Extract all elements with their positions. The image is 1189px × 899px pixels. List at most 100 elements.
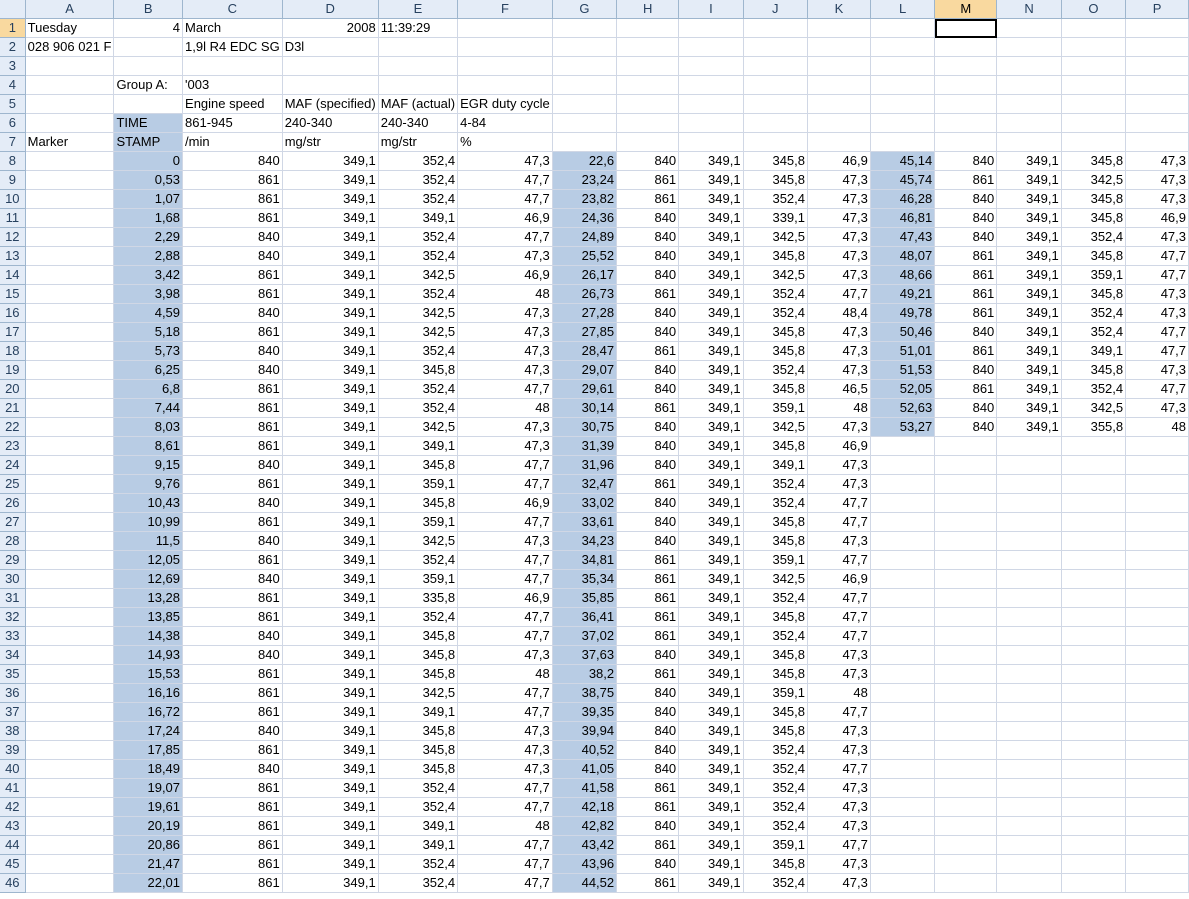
cell-e42[interactable]: 352,4 (378, 797, 459, 817)
cell-j25[interactable]: 352,4 (743, 474, 809, 494)
cell-h35[interactable]: 861 (616, 664, 680, 684)
cell-e14[interactable]: 342,5 (378, 265, 459, 285)
cell-j45[interactable]: 345,8 (743, 854, 809, 874)
cell-p5[interactable] (1125, 94, 1189, 114)
cell-n7[interactable] (996, 132, 1062, 152)
column-header-m[interactable]: M (934, 0, 998, 19)
column-header-c[interactable]: C (182, 0, 283, 19)
cell-g29[interactable]: 34,81 (552, 550, 618, 570)
cell-d34[interactable]: 349,1 (282, 645, 379, 665)
cell-i6[interactable] (678, 113, 744, 133)
cell-f3[interactable] (457, 56, 553, 76)
cell-p8[interactable]: 47,3 (1125, 151, 1189, 171)
cell-o32[interactable] (1061, 607, 1127, 627)
cell-g25[interactable]: 32,47 (552, 474, 618, 494)
cell-j35[interactable]: 345,8 (743, 664, 809, 684)
cell-k38[interactable]: 47,3 (807, 721, 871, 741)
cell-l41[interactable] (870, 778, 936, 798)
cell-j21[interactable]: 359,1 (743, 398, 809, 418)
cell-p11[interactable]: 46,9 (1125, 208, 1189, 228)
cell-b20[interactable]: 6,8 (113, 379, 184, 399)
cell-d30[interactable]: 349,1 (282, 569, 379, 589)
cell-f5[interactable]: EGR duty cycle (457, 94, 553, 114)
cell-i28[interactable]: 349,1 (678, 531, 744, 551)
cell-c21[interactable]: 861 (182, 398, 283, 418)
cell-d32[interactable]: 349,1 (282, 607, 379, 627)
cell-m40[interactable] (934, 759, 998, 779)
cell-a6[interactable] (25, 113, 115, 133)
cell-i36[interactable]: 349,1 (678, 683, 744, 703)
cell-c44[interactable]: 861 (182, 835, 283, 855)
cell-n29[interactable] (996, 550, 1062, 570)
row-header[interactable]: 44 (0, 835, 26, 855)
cell-l35[interactable] (870, 664, 936, 684)
cell-h6[interactable] (616, 113, 680, 133)
cell-a39[interactable] (25, 740, 115, 760)
cell-n45[interactable] (996, 854, 1062, 874)
cell-o19[interactable]: 345,8 (1061, 360, 1127, 380)
cell-l13[interactable]: 48,07 (870, 246, 936, 266)
cell-o16[interactable]: 352,4 (1061, 303, 1127, 323)
cell-e8[interactable]: 352,4 (378, 151, 459, 171)
cell-b10[interactable]: 1,07 (113, 189, 184, 209)
cell-d26[interactable]: 349,1 (282, 493, 379, 513)
cell-k2[interactable] (807, 37, 871, 57)
cell-j19[interactable]: 352,4 (743, 360, 809, 380)
cell-h10[interactable]: 861 (616, 189, 680, 209)
cell-l21[interactable]: 52,63 (870, 398, 936, 418)
cell-l6[interactable] (870, 113, 936, 133)
cell-l32[interactable] (870, 607, 936, 627)
cell-e6[interactable]: 240-340 (378, 113, 459, 133)
cell-k26[interactable]: 47,7 (807, 493, 871, 513)
cell-n37[interactable] (996, 702, 1062, 722)
cell-o17[interactable]: 352,4 (1061, 322, 1127, 342)
cell-f13[interactable]: 47,3 (457, 246, 553, 266)
cell-d35[interactable]: 349,1 (282, 664, 379, 684)
row-header[interactable]: 11 (0, 208, 26, 228)
cell-g32[interactable]: 36,41 (552, 607, 618, 627)
cell-o26[interactable] (1061, 493, 1127, 513)
cell-p17[interactable]: 47,7 (1125, 322, 1189, 342)
row-header[interactable]: 5 (0, 94, 26, 114)
cell-o1[interactable] (1061, 18, 1127, 38)
column-header-h[interactable]: H (616, 0, 680, 19)
cell-e17[interactable]: 342,5 (378, 322, 459, 342)
cell-l40[interactable] (870, 759, 936, 779)
cell-g16[interactable]: 27,28 (552, 303, 618, 323)
cell-n19[interactable]: 349,1 (996, 360, 1062, 380)
cell-o6[interactable] (1061, 113, 1127, 133)
cell-i12[interactable]: 349,1 (678, 227, 744, 247)
cell-c11[interactable]: 861 (182, 208, 283, 228)
cell-f37[interactable]: 47,7 (457, 702, 553, 722)
cell-m30[interactable] (934, 569, 998, 589)
cell-j11[interactable]: 339,1 (743, 208, 809, 228)
cell-c40[interactable]: 840 (182, 759, 283, 779)
cell-h42[interactable]: 861 (616, 797, 680, 817)
cell-j27[interactable]: 345,8 (743, 512, 809, 532)
cell-d45[interactable]: 349,1 (282, 854, 379, 874)
cell-a37[interactable] (25, 702, 115, 722)
cell-a12[interactable] (25, 227, 115, 247)
cell-c16[interactable]: 840 (182, 303, 283, 323)
cell-k15[interactable]: 47,7 (807, 284, 871, 304)
cell-k28[interactable]: 47,3 (807, 531, 871, 551)
cell-i3[interactable] (678, 56, 744, 76)
cell-g38[interactable]: 39,94 (552, 721, 618, 741)
cell-g4[interactable] (552, 75, 618, 95)
cell-d3[interactable] (282, 56, 379, 76)
cell-j7[interactable] (743, 132, 809, 152)
cell-p4[interactable] (1125, 75, 1189, 95)
cell-l19[interactable]: 51,53 (870, 360, 936, 380)
cell-e46[interactable]: 352,4 (378, 873, 459, 893)
cell-h5[interactable] (616, 94, 680, 114)
row-header[interactable]: 33 (0, 626, 26, 646)
cell-e31[interactable]: 335,8 (378, 588, 459, 608)
cell-p35[interactable] (1125, 664, 1189, 684)
cell-m35[interactable] (934, 664, 998, 684)
cell-k37[interactable]: 47,7 (807, 702, 871, 722)
cell-m31[interactable] (934, 588, 998, 608)
cell-i38[interactable]: 349,1 (678, 721, 744, 741)
cell-b36[interactable]: 16,16 (113, 683, 184, 703)
cell-i42[interactable]: 349,1 (678, 797, 744, 817)
cell-n25[interactable] (996, 474, 1062, 494)
